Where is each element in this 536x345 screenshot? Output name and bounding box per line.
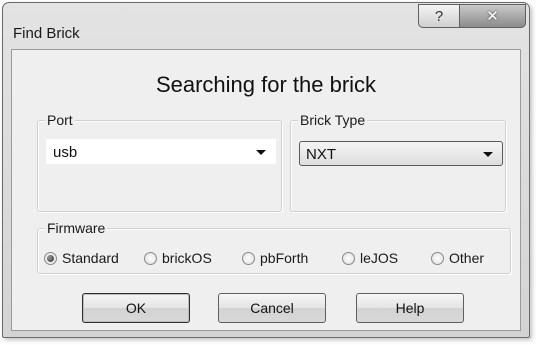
firmware-radio-brickos[interactable]: brickOS	[144, 250, 212, 266]
brick-type-select[interactable]: NXT	[299, 141, 503, 166]
question-mark-icon: ?	[434, 7, 444, 25]
radio-label: brickOS	[162, 250, 212, 266]
port-value: usb	[53, 144, 78, 161]
firmware-radio-pbforth[interactable]: pbForth	[242, 250, 308, 266]
window-title: Find Brick	[13, 25, 80, 42]
brick-type-label: Brick Type	[298, 112, 368, 128]
firmware-label: Firmware	[45, 220, 108, 236]
help-title-button[interactable]: ?	[418, 4, 460, 28]
radio-label: Standard	[62, 250, 119, 266]
radio-label: leJOS	[360, 250, 399, 266]
brick-type-value: NXT	[306, 146, 336, 163]
chevron-down-icon	[483, 152, 493, 157]
radio-unchecked-icon	[144, 251, 157, 265]
firmware-group: Firmware Standard brickOS pbForth leJOS	[37, 220, 511, 274]
help-button[interactable]: Help	[356, 293, 464, 323]
find-brick-dialog: Find Brick ? ✕ Searching for the brick P…	[2, 2, 530, 338]
brick-type-group: Brick Type NXT	[290, 112, 506, 212]
ok-button[interactable]: OK	[82, 293, 190, 323]
port-label: Port	[45, 112, 75, 128]
radio-label: Other	[449, 250, 485, 266]
radio-checked-icon	[44, 251, 57, 265]
title-bar[interactable]: Find Brick ? ✕	[3, 3, 529, 49]
radio-unchecked-icon	[431, 251, 444, 265]
radio-label: pbForth	[260, 250, 309, 266]
radio-unchecked-icon	[242, 251, 255, 265]
firmware-radio-standard[interactable]: Standard	[44, 250, 119, 266]
port-group: Port usb	[37, 112, 282, 212]
close-icon: ✕	[486, 8, 499, 25]
radio-unchecked-icon	[342, 251, 355, 265]
firmware-radio-lejos[interactable]: leJOS	[342, 250, 398, 266]
cancel-button[interactable]: Cancel	[218, 293, 326, 323]
close-button[interactable]: ✕	[460, 4, 526, 28]
dialog-body: Searching for the brick Port usb Brick T…	[11, 49, 521, 331]
chevron-down-icon	[256, 150, 266, 155]
page-title: Searching for the brick	[155, 72, 377, 97]
port-select[interactable]: usb	[46, 139, 276, 164]
firmware-radio-other[interactable]: Other	[431, 250, 484, 266]
